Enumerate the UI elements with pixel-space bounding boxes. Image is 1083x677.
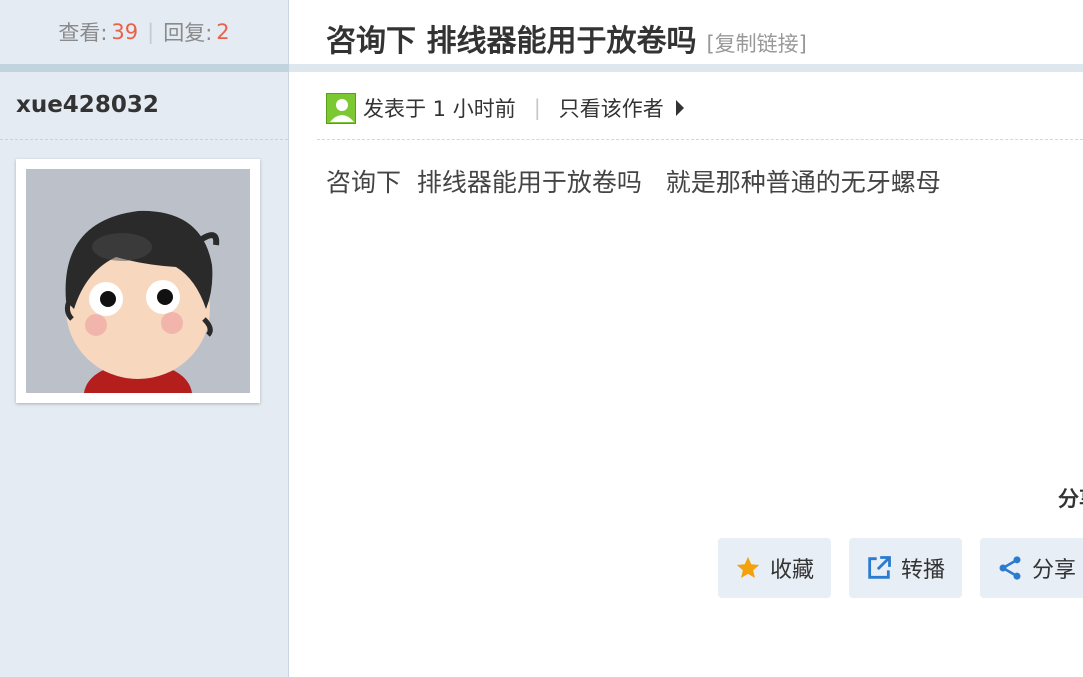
thread-stats: 查看: 39 | 回复: 2 [0,0,288,64]
views-count: 39 [111,20,139,44]
avatar-image [26,169,250,393]
sidebar-dashed-divider [0,139,288,140]
post-dashed-divider [317,139,1083,140]
thread-title: 咨询下 排线器能用于放卷吗 [326,24,697,59]
repost-label: 转播 [901,558,946,583]
sidebar-divider [0,64,289,72]
views-label: 查看: [58,21,108,45]
arrow-right-icon [675,100,684,116]
author-name: xue428032 [16,92,159,118]
share-button[interactable]: 分享 [980,538,1083,598]
online-status-icon [326,92,356,124]
share-label-fragment: 分享 [1058,487,1083,511]
replies-count: 2 [216,20,230,44]
only-author-link[interactable]: 只看该作者 [559,93,664,123]
header-divider [0,64,1083,72]
thread-title-row: 咨询下 排线器能用于放卷吗 [复制链接] [326,16,807,60]
post-content: 咨询下 排线器能用于放卷吗 就是那种普通的无牙螺母 [326,168,941,197]
avatar[interactable] [16,159,260,403]
external-link-icon [868,556,891,579]
copy-link[interactable]: [复制链接] [706,28,806,58]
share-icon [999,556,1021,580]
replies-label: 回复: [163,21,213,45]
author-link[interactable]: xue428032 [16,92,159,118]
share-label: 分享 [1032,558,1077,583]
meta-separator: | [533,96,541,120]
post-meta: 发表于 1 小时前 | 只看该作者 [326,92,684,124]
posted-time: 发表于 1 小时前 [363,97,516,121]
favorite-label: 收藏 [770,558,815,583]
star-icon [736,556,760,579]
favorite-button[interactable]: 收藏 [718,538,831,598]
stats-separator: | [147,20,155,44]
repost-button[interactable]: 转播 [849,538,962,598]
